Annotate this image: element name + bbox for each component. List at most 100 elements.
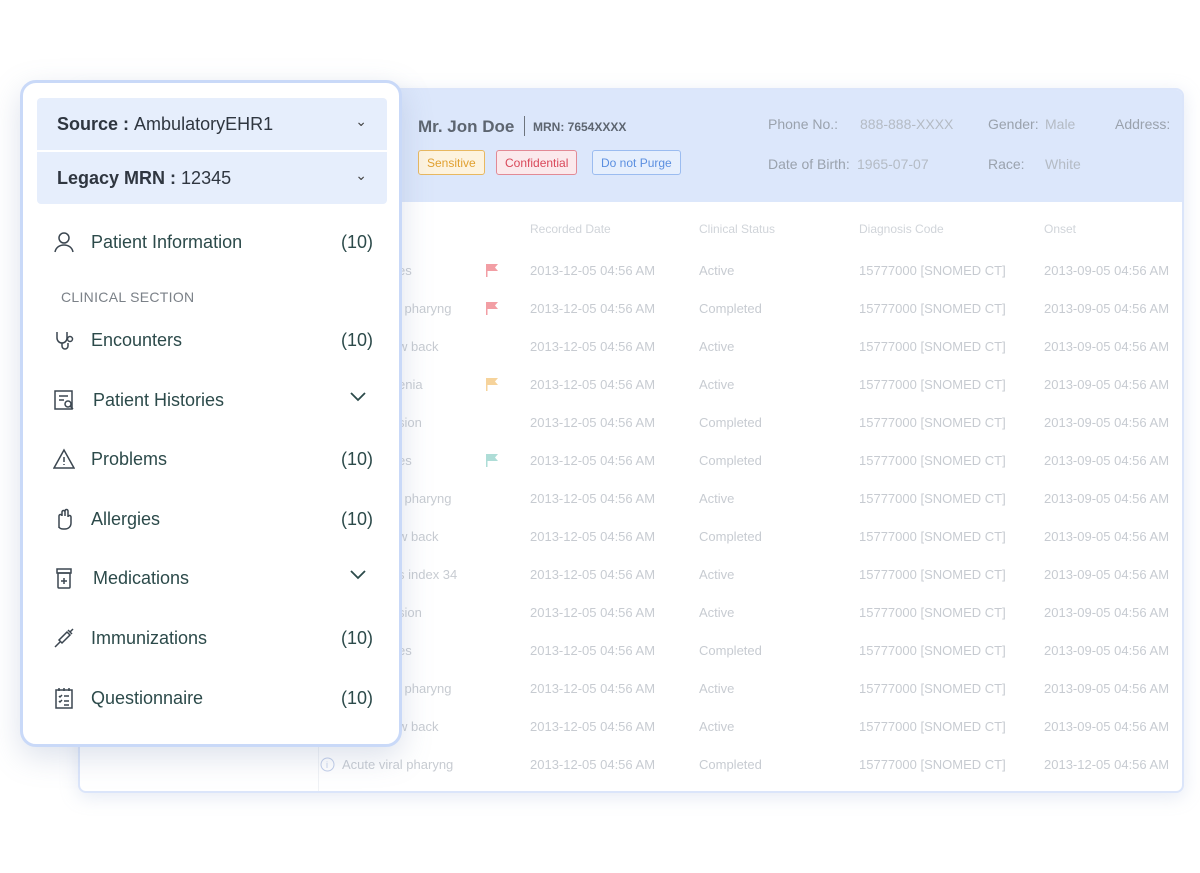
dob-value: 1965-07-07 [857,156,929,172]
cell-status: Completed [699,529,762,544]
nav-item-medications[interactable]: Medications [49,559,373,599]
user-icon [53,231,75,253]
nav-item-questionnaire[interactable]: Questionnaire (10) [49,679,373,719]
checklist-icon [53,687,75,709]
cell-onset: 2013-09-05 04:56 AM [1044,339,1170,354]
svg-text:i: i [326,760,328,770]
nav-item-patient-histories[interactable]: Patient Histories [49,381,373,421]
header-onset[interactable]: Onset [1044,222,1076,236]
cell-name: l pharyng [398,301,452,316]
header-recorded-date[interactable]: Recorded Date [530,222,611,236]
chevron-down-icon[interactable] [349,387,367,410]
cell-name: Acute viral pharyng [342,757,454,772]
cell-onset: 2013-12-05 04:56 AM [1044,757,1170,772]
cell-date: 2013-12-05 04:56 AM [530,529,656,544]
nav-item-patient-information[interactable]: Patient Information (10) [49,223,373,263]
badge-sensitive: Sensitive [418,150,485,175]
cell-code: 15777000 [SNOMED CT] [859,757,1006,772]
cell-name: s index 34 [398,567,458,582]
cell-name: w back [398,339,439,354]
cell-onset: 2013-09-05 04:56 AM [1044,643,1170,658]
nav-item-label: Allergies [91,509,161,529]
medicine-bottle-icon [53,567,75,589]
cell-onset: 2013-09-05 04:56 AM [1044,263,1170,278]
cell-name: w back [398,719,439,734]
clinical-section-heading: CLINICAL SECTION [61,289,195,305]
cell-code: 15777000 [SNOMED CT] [859,643,1006,658]
nav-item-count: (10) [340,509,373,529]
nav-item-label: Medications [93,568,190,588]
cell-date: 2013-12-05 04:56 AM [530,567,656,582]
cell-status: Active [699,339,735,354]
source-label: Source : [57,114,130,134]
cell-onset: 2013-09-05 04:56 AM [1044,491,1170,506]
cell-date: 2013-12-05 04:56 AM [530,339,656,354]
nav-item-immunizations[interactable]: Immunizations (10) [49,619,373,659]
cell-code: 15777000 [SNOMED CT] [859,491,1006,506]
cell-status: Completed [699,757,762,772]
nav-item-label: Questionnaire [91,688,204,708]
cell-code: 15777000 [SNOMED CT] [859,719,1006,734]
syringe-icon [53,627,75,649]
phone-value: 888-888-XXXX [860,116,954,132]
cell-status: Completed [699,301,762,316]
source-text: Source : AmbulatoryEHR1 [57,114,273,135]
cell-onset: 2013-09-05 04:56 AM [1044,377,1170,392]
header-clinical-status[interactable]: Clinical Status [699,222,775,236]
info-icon[interactable]: i [320,757,335,772]
cell-onset: 2013-09-05 04:56 AM [1044,719,1170,734]
cell-date: 2013-12-05 04:56 AM [530,757,656,772]
nav-item-count: (10) [340,628,373,648]
cell-date: 2013-12-05 04:56 AM [530,453,656,468]
stethoscope-icon [53,329,75,351]
nav-item-allergies[interactable]: Allergies (10) [49,500,373,540]
cell-status: Completed [699,453,762,468]
phone-label: Phone No.: [768,116,839,132]
hand-icon [53,508,75,530]
gender-label: Gender: [988,116,1039,132]
nav-item-label: Problems [91,449,168,469]
gender-value: Male [1045,116,1076,132]
cell-name: l pharyng [398,491,452,506]
cell-onset: 2013-09-05 04:56 AM [1044,567,1170,582]
cell-date: 2013-12-05 04:56 AM [530,263,656,278]
cell-code: 15777000 [SNOMED CT] [859,453,1006,468]
cell-date: 2013-12-05 04:56 AM [530,491,656,506]
cell-name: w back [398,529,439,544]
cell-date: 2013-12-05 04:56 AM [530,301,656,316]
header-diagnosis-code[interactable]: Diagnosis Code [859,222,944,236]
cell-status: Active [699,491,735,506]
cell-status: Active [699,567,735,582]
flag-icon [486,378,498,391]
nav-item-encounters[interactable]: Encounters (10) [49,321,373,361]
race-value: White [1045,156,1081,172]
cell-code: 15777000 [SNOMED CT] [859,681,1006,696]
patient-mrn: MRN: 7654XXXX [533,120,627,134]
nav-item-problems[interactable]: Problems (10) [49,440,373,480]
history-report-icon [53,389,75,411]
nav-item-count: (10) [340,232,373,252]
legacy-mrn-dropdown[interactable]: Legacy MRN : 12345 ⌄ [37,152,387,204]
nav-item-label: Encounters [91,330,183,350]
cell-date: 2013-12-05 04:56 AM [530,415,656,430]
nav-item-label: Immunizations [91,628,208,648]
source-value: AmbulatoryEHR1 [134,114,274,134]
chevron-down-icon: ⌄ [355,113,367,129]
nav-item-count: (10) [340,449,373,469]
chevron-down-icon[interactable] [349,565,367,588]
table-row[interactable]: Acute viral pharyng 2013-12-05 04:56 AM Co… [80,746,1182,784]
cell-code: 15777000 [SNOMED CT] [859,567,1006,582]
divider [524,116,525,136]
cell-onset: 2013-09-05 04:56 AM [1044,453,1170,468]
cell-onset: 2013-09-05 04:56 AM [1044,529,1170,544]
cell-code: 15777000 [SNOMED CT] [859,301,1006,316]
cell-date: 2013-12-05 04:56 AM [530,719,656,734]
source-dropdown[interactable]: Source : AmbulatoryEHR1 ⌄ [37,98,387,150]
nav-item-label: Patient Information [91,232,243,252]
cell-date: 2013-12-05 04:56 AM [530,377,656,392]
warning-icon [52,448,76,470]
cell-code: 15777000 [SNOMED CT] [859,263,1006,278]
legacy-value: 12345 [181,168,232,188]
nav-item-count: (10) [340,330,373,350]
cell-status: Completed [699,643,762,658]
